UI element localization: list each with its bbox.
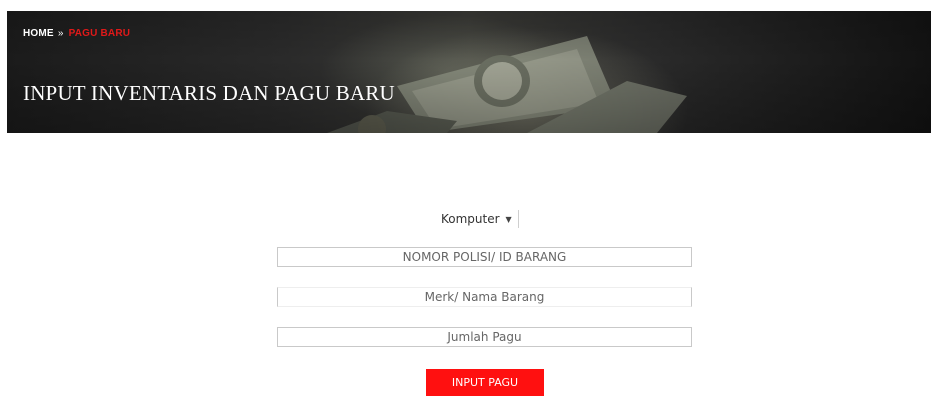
nomor-polisi-input[interactable]: NOMOR POLISI/ ID BARANG: [277, 247, 692, 267]
breadcrumb-separator-icon: »: [57, 28, 64, 39]
category-select-value: Komputer: [441, 212, 500, 226]
input-pagu-button[interactable]: INPUT PAGU: [426, 369, 544, 396]
breadcrumb-current: PAGU BARU: [68, 28, 131, 39]
breadcrumb: HOME» PAGU BARU: [23, 28, 130, 39]
page-title: INPUT INVENTARIS DAN PAGU BARU: [23, 81, 395, 105]
breadcrumb-home-link[interactable]: HOME: [23, 28, 54, 39]
hero-banner: HOME» PAGU BARU INPUT INVENTARIS DAN PAGU…: [7, 11, 931, 133]
category-select[interactable]: Komputer ▼: [435, 208, 519, 230]
dropdown-arrow-icon: ▼: [505, 214, 512, 224]
jumlah-pagu-input[interactable]: Jumlah Pagu: [277, 327, 692, 347]
banner-shade: [7, 11, 931, 133]
select-divider: [517, 210, 519, 228]
merk-nama-barang-input[interactable]: Merk/ Nama Barang: [277, 287, 692, 307]
